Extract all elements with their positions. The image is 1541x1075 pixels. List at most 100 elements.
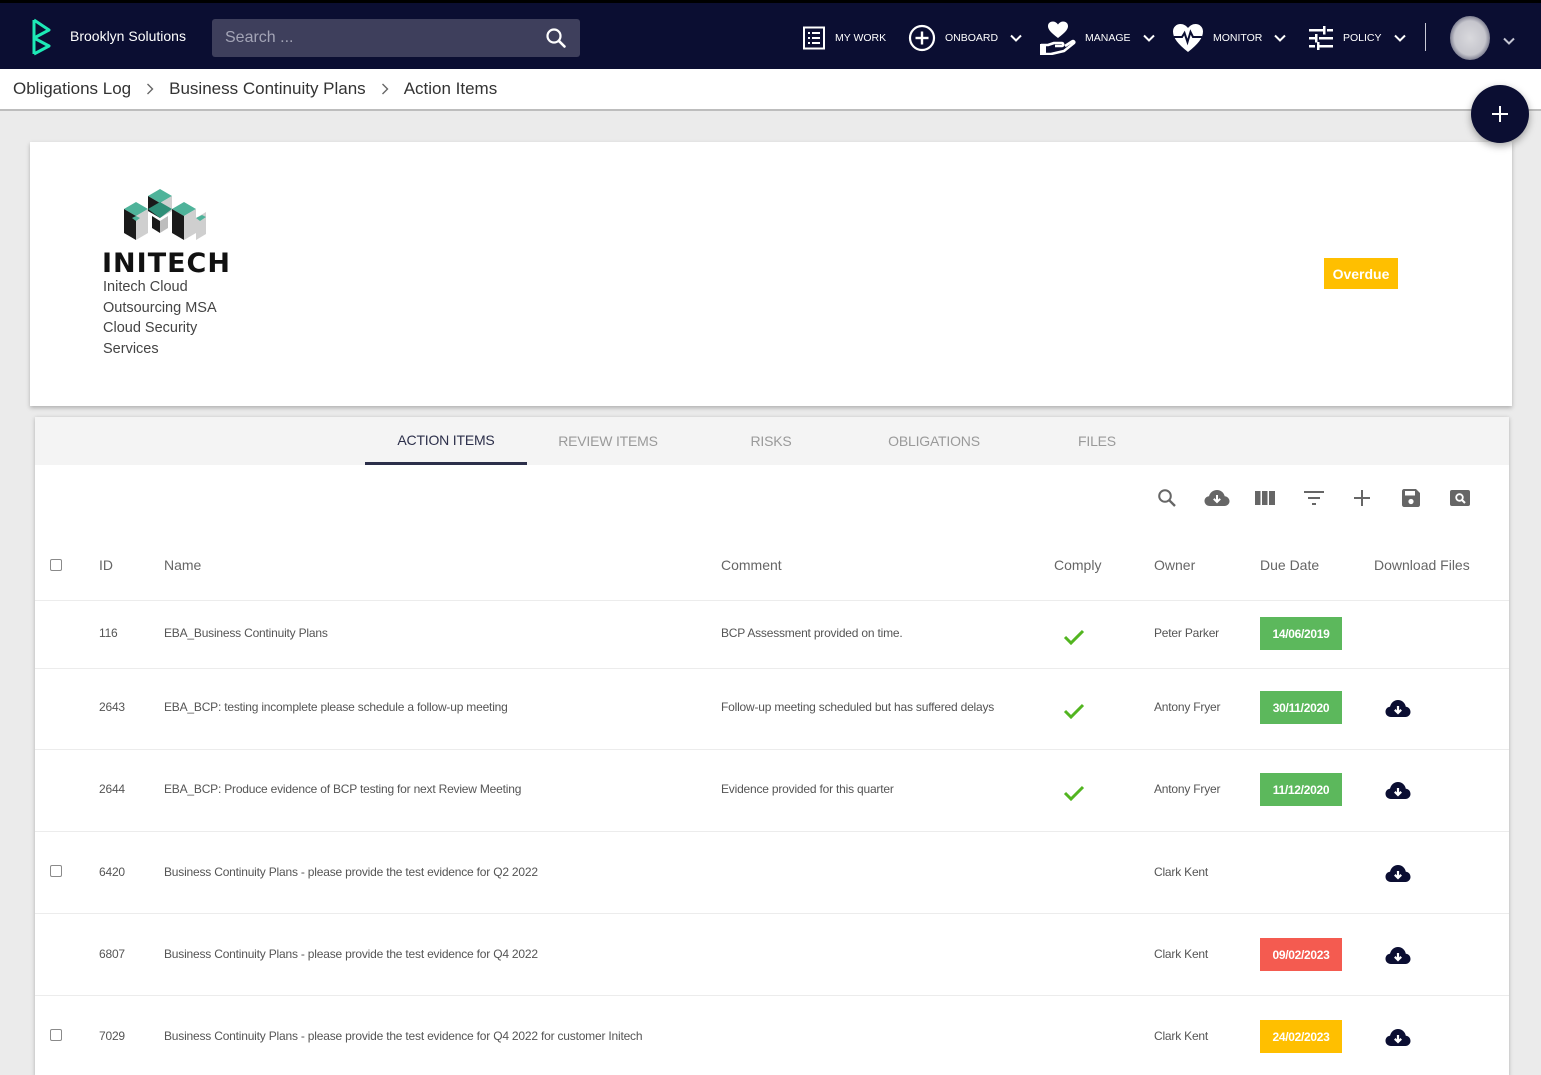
nav-manage[interactable]: MANAGE <box>1040 21 1155 55</box>
initech-logo: INITECH <box>102 189 230 276</box>
cell-comment: Follow-up meeting scheduled but has suff… <box>721 700 995 714</box>
column-header-owner[interactable]: Owner <box>1154 557 1195 573</box>
cell-comment: Evidence provided for this quarter <box>721 782 894 796</box>
breadcrumb-business-continuity-plans[interactable]: Business Continuity Plans <box>169 79 366 99</box>
tab-risks[interactable]: RISKS <box>689 417 853 465</box>
list-icon <box>802 26 826 50</box>
nav-my-work[interactable]: MY WORK <box>802 21 886 55</box>
filter-icon[interactable] <box>1303 487 1325 509</box>
breadcrumb: Obligations Log Business Continuity Plan… <box>0 69 1541 111</box>
plus-icon[interactable] <box>1351 487 1373 509</box>
status-badge: Overdue <box>1324 258 1398 289</box>
cell-owner: Clark Kent <box>1154 865 1209 879</box>
preview-search-icon[interactable] <box>1449 487 1471 509</box>
obligation-header-card: INITECH Initech Cloud Outsourcing MSA Cl… <box>30 142 1512 406</box>
nav-label: MY WORK <box>835 32 887 44</box>
row-checkbox[interactable] <box>50 1029 62 1041</box>
cell-id: 2644 <box>99 782 125 796</box>
cell-name[interactable]: EBA_BCP: testing incomplete please sched… <box>164 700 508 714</box>
chevron-down-icon[interactable] <box>1503 32 1515 50</box>
user-avatar[interactable] <box>1450 16 1490 60</box>
select-all-checkbox[interactable] <box>50 559 62 571</box>
plus-icon <box>1492 106 1508 122</box>
cloud-download-icon[interactable] <box>1385 1028 1411 1048</box>
columns-icon[interactable] <box>1254 487 1276 509</box>
nav-label: MONITOR <box>1213 32 1263 44</box>
cloud-download-icon[interactable] <box>1204 487 1230 509</box>
nav-label: ONBOARD <box>945 32 999 44</box>
hand-heart-icon <box>1040 21 1076 55</box>
save-icon[interactable] <box>1400 487 1422 509</box>
cell-id: 6807 <box>99 947 125 961</box>
tab-action-items[interactable]: ACTION ITEMS <box>365 417 527 465</box>
add-fab-button[interactable] <box>1471 85 1529 143</box>
action-items-panel: ACTION ITEMS REVIEW ITEMS RISKS OBLIGATI… <box>35 417 1509 1075</box>
heart-pulse-icon <box>1172 23 1204 53</box>
description-line: Initech Cloud <box>103 279 188 295</box>
cloud-download-icon[interactable] <box>1385 946 1411 966</box>
chevron-down-icon <box>1142 34 1155 42</box>
cell-owner: Peter Parker <box>1154 626 1219 640</box>
due-date-badge: 30/11/2020 <box>1260 691 1342 724</box>
cell-name[interactable]: EBA_BCP: Produce evidence of BCP testing… <box>164 782 521 796</box>
cell-id: 116 <box>99 626 118 640</box>
brand-name[interactable]: Brooklyn Solutions <box>70 28 186 44</box>
search-icon[interactable] <box>1156 487 1178 509</box>
brand-logo-icon[interactable] <box>30 17 54 57</box>
breadcrumb-obligations-log[interactable]: Obligations Log <box>13 79 131 99</box>
chevron-right-icon <box>146 83 154 95</box>
cloud-download-icon[interactable] <box>1385 864 1411 884</box>
cell-name[interactable]: Business Continuity Plans - please provi… <box>164 865 538 879</box>
cloud-download-icon[interactable] <box>1385 699 1411 719</box>
breadcrumb-action-items: Action Items <box>403 79 498 98</box>
plus-circle-icon <box>908 24 936 52</box>
comply-check-icon <box>1063 628 1085 646</box>
due-date-badge: 09/02/2023 <box>1260 938 1342 971</box>
column-header-name[interactable]: Name <box>164 557 201 573</box>
chevron-down-icon <box>1274 34 1287 42</box>
column-header-download-files[interactable]: Download Files <box>1374 557 1470 573</box>
nav-policy[interactable]: POLICY <box>1308 21 1406 55</box>
comply-check-icon <box>1063 702 1085 720</box>
due-date-badge: 14/06/2019 <box>1260 617 1342 650</box>
search-icon[interactable] <box>545 27 567 49</box>
nav-divider <box>1425 23 1426 51</box>
chevron-down-icon <box>1010 34 1022 42</box>
svg-text:INITECH: INITECH <box>102 248 230 276</box>
chevron-right-icon <box>381 83 389 95</box>
cell-name[interactable]: EBA_Business Continuity Plans <box>164 626 328 640</box>
due-date-badge: 11/12/2020 <box>1260 773 1342 806</box>
top-navbar: Brooklyn Solutions MY WORK ONBOARD MANAG… <box>0 0 1541 69</box>
obligation-description: Initech Cloud Outsourcing MSA Cloud Secu… <box>103 277 243 359</box>
cell-id: 2643 <box>99 700 125 714</box>
description-line: Services <box>103 340 159 357</box>
nav-label: MANAGE <box>1085 32 1131 44</box>
cell-name[interactable]: Business Continuity Plans - please provi… <box>164 1029 643 1043</box>
comply-check-icon <box>1063 784 1085 802</box>
cell-owner: Antony Fryer <box>1154 782 1221 796</box>
cell-owner: Clark Kent <box>1154 1029 1209 1043</box>
search-input[interactable] <box>212 19 580 57</box>
column-header-due-date[interactable]: Due Date <box>1260 557 1319 573</box>
description-line: Cloud Security <box>103 320 198 336</box>
nav-label: POLICY <box>1343 32 1382 44</box>
tab-files[interactable]: FILES <box>1015 417 1179 465</box>
cell-name[interactable]: Business Continuity Plans - please provi… <box>164 947 538 961</box>
due-date-badge: 24/02/2023 <box>1260 1020 1342 1053</box>
cell-owner: Antony Fryer <box>1154 700 1221 714</box>
cell-comment: BCP Assessment provided on time. <box>721 626 903 640</box>
tab-review-items[interactable]: REVIEW ITEMS <box>527 417 689 465</box>
chevron-down-icon <box>1393 34 1406 42</box>
nav-onboard[interactable]: ONBOARD <box>908 21 1022 55</box>
cloud-download-icon[interactable] <box>1385 781 1411 801</box>
description-line: Outsourcing MSA <box>103 299 217 316</box>
nav-monitor[interactable]: MONITOR <box>1172 21 1287 55</box>
tab-bar: ACTION ITEMS REVIEW ITEMS RISKS OBLIGATI… <box>35 417 1509 465</box>
cell-id: 7029 <box>99 1029 125 1043</box>
cell-owner: Clark Kent <box>1154 947 1209 961</box>
column-header-id[interactable]: ID <box>99 557 113 573</box>
column-header-comply[interactable]: Comply <box>1054 557 1101 573</box>
tab-obligations[interactable]: OBLIGATIONS <box>853 417 1015 465</box>
column-header-comment[interactable]: Comment <box>721 557 782 573</box>
row-checkbox[interactable] <box>50 865 62 877</box>
